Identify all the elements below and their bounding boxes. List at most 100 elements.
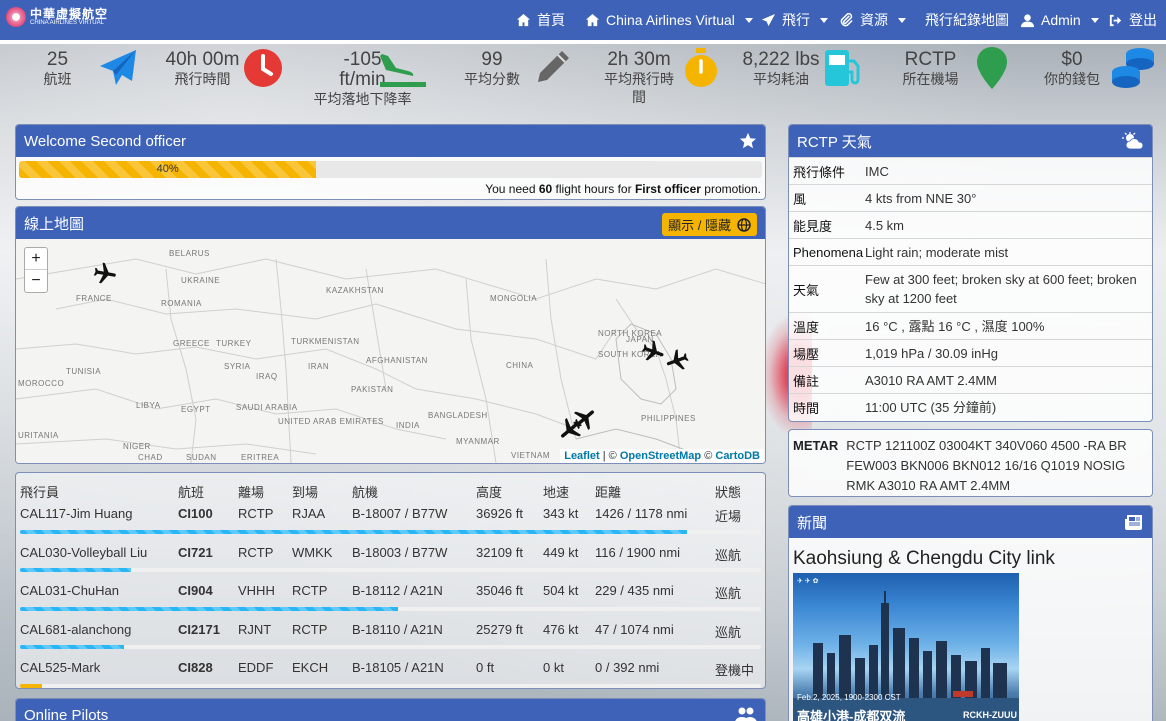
cell-status: 近場 <box>715 509 742 524</box>
stat-avg-score: 99 平均分數 <box>458 50 526 88</box>
cell-dist: 47 / 1074 nmi <box>595 621 674 637</box>
stat-value: 99 <box>481 49 503 70</box>
stat-current-airport: RCTP 所在機場 <box>898 50 963 88</box>
weather-value: IMC <box>865 163 889 179</box>
cell-dep: RJNT <box>238 621 272 637</box>
cell-pilot: CAL525-Mark <box>20 660 101 675</box>
map-label: KAZAKHSTAN <box>326 286 384 295</box>
zoom-in-button[interactable]: + <box>25 248 47 270</box>
site-logo[interactable]: 中華虛擬航空 CHINA AIRLINES VIRTUAL <box>6 7 108 27</box>
globe-icon <box>737 217 751 232</box>
stat-label: 航班 <box>43 71 72 87</box>
aircraft-marker-icon[interactable] <box>640 339 666 365</box>
stat-label: 所在機場 <box>902 71 959 87</box>
map-title: 線上地圖 <box>24 215 85 233</box>
cell-arr: WMKK <box>292 544 333 560</box>
table-row[interactable]: CAL681-alanchong CI2171 RJNT RCTP B-18110 / … <box>16 613 765 652</box>
nav-resources-dropdown[interactable]: 資源 <box>839 0 906 40</box>
flight-progress-bar <box>20 529 761 534</box>
weather-row: 溫度 16 °C , 露點 16 °C , 濕度 100% <box>789 312 1152 339</box>
nav-flight-map[interactable]: 飛行紀錄地圖 <box>925 0 1009 40</box>
aircraft-marker-icon[interactable] <box>571 405 599 433</box>
osm-link[interactable]: OpenStreetMap <box>620 450 701 462</box>
world-map[interactable]: BELARUS FRANCE UKRAINE ROMANIA KAZAKHSTA… <box>16 239 765 463</box>
table-row[interactable]: CAL525-Mark CI828 EDDF EKCH B-18105 / A21N 0 … <box>16 651 765 688</box>
nav-flight-dropdown[interactable]: 飛行 <box>761 0 828 40</box>
table-row[interactable]: CAL117-Jim Huang CI100 RCTP RJAA B-18007 / B… <box>16 497 765 536</box>
weather-key: 場壓 <box>793 346 820 362</box>
paper-plane-icon <box>100 50 136 85</box>
stat-value: RCTP <box>904 49 957 70</box>
gas-pump-icon <box>825 50 860 86</box>
online-pilots-panel: Online Pilots <box>15 698 766 721</box>
carto-link[interactable]: CartoDB <box>715 450 760 462</box>
weather-value: 4 kts from NNE 30° <box>865 190 977 206</box>
stat-value: 40h 00m <box>165 49 240 70</box>
map-label: IRAN <box>308 362 330 371</box>
map-label: URITANIA <box>18 431 59 440</box>
map-label: UNITED ARAB EMIRATES <box>278 417 384 426</box>
map-label: SAUDI ARABIA <box>236 403 298 412</box>
aircraft-marker-icon[interactable] <box>92 261 118 287</box>
table-header: 飛行員 航班 離場 到場 航機 高度 地速 距離 狀態 <box>16 473 765 500</box>
map-label: BELARUS <box>169 249 210 258</box>
nav-brand-dropdown[interactable]: China Airlines Virtual <box>585 0 753 40</box>
map-label: PAKISTAN <box>351 385 394 394</box>
logo-text-en: CHINA AIRLINES VIRTUAL <box>30 20 104 26</box>
news-image[interactable]: ✈ ✈ ✿ Feb.2, 2025, 1900-2300 CST 高雄小港-成都… <box>793 573 1019 721</box>
newspaper-icon <box>1125 515 1142 530</box>
cell-status: 巡航 <box>715 624 742 640</box>
leaflet-link[interactable]: Leaflet <box>564 450 599 462</box>
aircraft-marker-icon[interactable] <box>664 347 690 373</box>
zoom-out-button[interactable]: − <box>25 270 47 292</box>
map-label: ROMANIA <box>161 299 202 308</box>
stat-avg-fuel: 8,222 lbs 平均耗油 <box>740 50 822 88</box>
plane-arrival-icon <box>380 54 426 87</box>
map-label: MYANMAR <box>456 437 500 446</box>
stat-flights: 25 航班 <box>30 50 85 88</box>
nav-user-dropdown[interactable]: Admin <box>1020 0 1099 40</box>
flight-number-link[interactable]: CI904 <box>178 583 213 598</box>
cell-pilot: CAL030-Volleyball Liu <box>20 544 148 560</box>
stat-label: 你的錢包 <box>1044 71 1100 87</box>
map-label: BANGLADESH <box>428 411 488 420</box>
nav-logout[interactable]: 登出 <box>1108 0 1157 40</box>
cell-arr: RJAA <box>292 506 326 521</box>
nav-user-label: Admin <box>1041 12 1081 28</box>
metar-label: METAR <box>793 438 839 453</box>
stat-label: 飛行時間 <box>174 71 231 87</box>
stat-avg-flight-time: 2h 30m 平均飛行時間 <box>600 50 678 106</box>
chevron-down-icon <box>820 17 828 23</box>
flight-progress-fill <box>20 645 124 649</box>
weather-key: 溫度 <box>793 319 820 335</box>
weather-row: 備註 A3010 RA AMT 2.4MM <box>789 366 1152 393</box>
cell-gs: 476 kt <box>543 621 579 637</box>
news-headline[interactable]: Kaohsiung & Chengdu City link <box>789 538 1152 574</box>
coins-icon <box>1112 48 1154 88</box>
weather-key: 能見度 <box>793 218 833 234</box>
map-label: ERITREA <box>241 453 280 462</box>
cell-status: 登機中 <box>715 663 755 678</box>
weather-key: 天氣 <box>793 282 820 298</box>
plum-blossom-logo-icon <box>6 7 26 27</box>
map-label: UKRAINE <box>181 276 221 285</box>
flight-number-link[interactable]: CI721 <box>178 545 213 560</box>
table-row[interactable]: CAL031-ChuHan CI904 VHHH RCTP B-18112 / A21N… <box>16 574 765 613</box>
promotion-progress-bar: 40% <box>19 161 762 178</box>
table-row[interactable]: CAL030-Volleyball Liu CI721 RCTP WMKK B-1800… <box>16 536 765 575</box>
nav-home[interactable]: 首頁 <box>516 0 565 40</box>
weather-row: 天氣 Few at 300 feet; broken sky at 600 fee… <box>789 265 1152 312</box>
map-label: MOROCCO <box>18 379 65 388</box>
weather-key: Phenomena <box>793 244 864 260</box>
weather-value: 1,019 hPa / 30.09 inHg <box>865 345 998 361</box>
flight-number-link[interactable]: CI100 <box>178 506 213 521</box>
map-label: INDIA <box>396 421 420 430</box>
flight-number-link[interactable]: CI828 <box>178 660 213 675</box>
cell-aircraft: B-18112 / A21N <box>352 583 443 598</box>
flight-number-link[interactable]: CI2171 <box>178 622 220 637</box>
cell-dep: RCTP <box>238 506 274 521</box>
clock-icon <box>244 49 282 87</box>
map-toggle-button[interactable]: 顯示 / 隱藏 <box>662 213 757 236</box>
cell-pilot: CAL117-Jim Huang <box>20 506 133 521</box>
cell-alt: 0 ft <box>476 660 495 675</box>
